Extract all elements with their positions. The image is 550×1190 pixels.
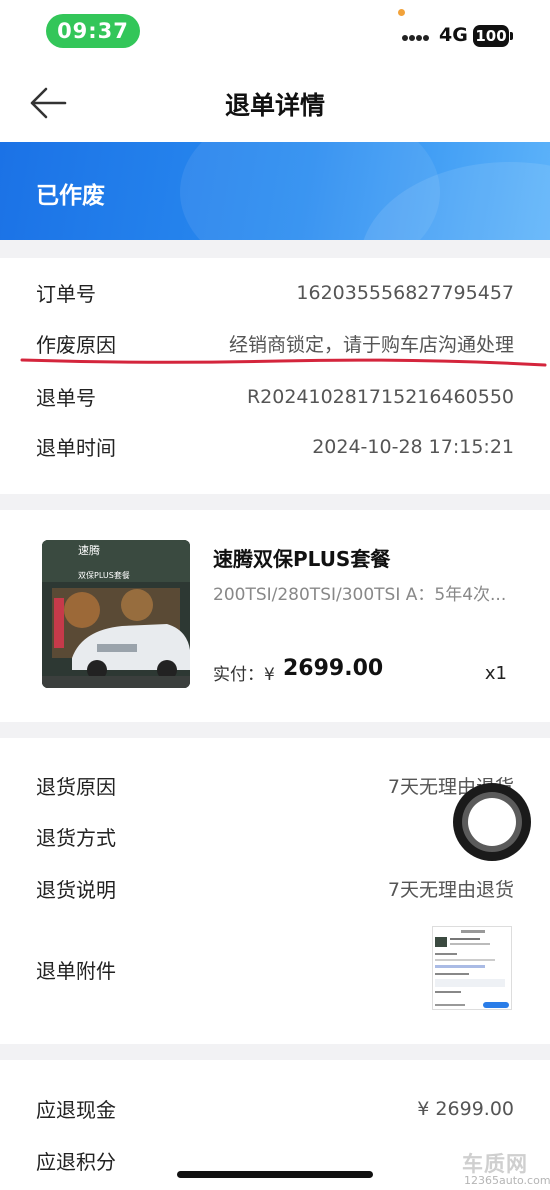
refund-number-value: R2024102817152164605​50 (246, 385, 514, 408)
nav-bar: 退单详情 (0, 64, 550, 142)
currency-symbol: ¥ (264, 665, 275, 685)
return-method-label: 退货方式 (36, 826, 116, 850)
order-status: 已作废 (36, 183, 105, 209)
refund-cash-value: ¥ 2699.00 (417, 1097, 514, 1120)
refund-points-label: 应退积分 (36, 1150, 116, 1174)
return-reason-row: 退货原因 7天无理由退货 (36, 771, 514, 800)
price-prefix: 实付： (213, 665, 264, 685)
product-image[interactable]: 速腾 双保PLUS套餐 (42, 540, 190, 688)
return-attach-label: 退单附件 (36, 959, 116, 983)
product-image-brand: 速腾 (78, 544, 100, 557)
status-banner: 已作废 (0, 142, 550, 240)
product-spec: 200TSI/280TSI/300TSI A：5年4次... (213, 585, 507, 605)
order-number-label: 订单号 (36, 282, 96, 306)
price-label: 实付：¥ (213, 660, 275, 685)
assistive-touch-center (468, 798, 516, 846)
status-bar: 09:37 4G 100 (0, 0, 550, 64)
screenshot-thumbnail-icon (433, 927, 511, 1009)
order-info-card: 订单号 162035556827795457 作废原因 经销商锁定，请于购车店沟… (0, 258, 550, 494)
refund-time-value: 2024-10-28 17:15:21 (312, 435, 514, 458)
network-type: 4G (439, 24, 468, 46)
assistive-touch-button[interactable] (453, 783, 531, 861)
void-reason-label: 作废原因 (36, 333, 116, 357)
privacy-indicator-dot (398, 9, 405, 16)
watermark-url: 12365auto.com (464, 1174, 550, 1187)
return-method-row: 退货方式 (36, 822, 514, 851)
page-title: 退单详情 (224, 91, 325, 120)
order-number-row: 订单号 162035556827795457 (36, 278, 514, 307)
return-reason-label: 退货原因 (36, 775, 116, 799)
product-quantity: x1 (484, 663, 507, 684)
refund-cash-row: 应退现金 ¥ 2699.00 (36, 1094, 514, 1123)
home-indicator[interactable] (177, 1171, 373, 1178)
return-desc-value: 7天无理由退货 (387, 879, 514, 901)
status-time: 09:37 (46, 14, 140, 48)
void-reason-row: 作废原因 经销商锁定，请于购车店沟通处理 (36, 329, 514, 358)
void-reason-value: 经销商锁定，请于购车店沟通处理 (228, 334, 514, 356)
product-image-subtitle: 双保PLUS套餐 (78, 571, 130, 580)
attachment-thumbnail[interactable] (432, 926, 512, 1010)
refund-number-row: 退单号 R2024102817152164605​50 (36, 382, 514, 411)
battery-level: 100 (475, 27, 507, 45)
car-photo-icon (42, 540, 190, 688)
return-desc-label: 退货说明 (36, 878, 116, 902)
price-value: 2699.00 (283, 656, 384, 681)
signal-icon (402, 33, 430, 45)
order-number-value: 162035556827795457 (296, 281, 514, 304)
refund-number-label: 退单号 (36, 386, 96, 410)
refund-cash-label: 应退现金 (36, 1098, 116, 1122)
product-name[interactable]: 速腾双保PLUS套餐 (213, 543, 390, 572)
return-desc-row: 退货说明 7天无理由退货 (36, 874, 514, 903)
battery-icon: 100 (473, 25, 513, 47)
refund-time-row: 退单时间 2024-10-28 17:15:21 (36, 432, 514, 461)
refund-time-label: 退单时间 (36, 436, 116, 460)
